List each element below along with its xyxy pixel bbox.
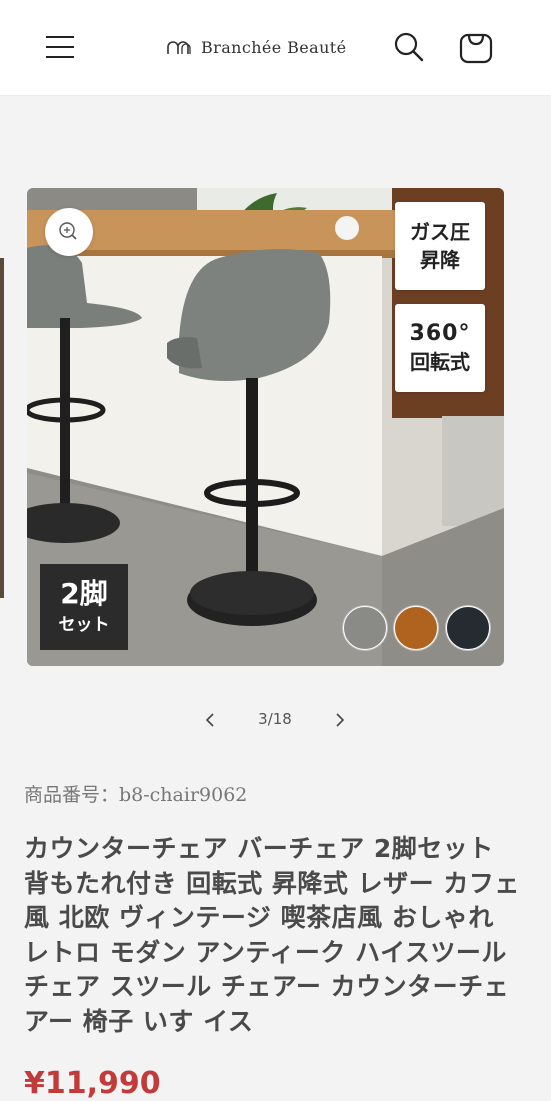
product-title: カウンターチェア バーチェア 2脚セット 背もたれ付き 回転式 昇降式 レザー … [24,834,520,1036]
color-swatch-brown[interactable] [394,606,438,650]
badge-rotate-line2: 回転式 [410,350,470,374]
product-price: ¥11,990 [24,1066,161,1101]
zoom-in-icon [59,222,77,240]
zoom-button[interactable] [45,208,93,256]
menu-button[interactable] [42,30,80,64]
logo-text: Branchée Beauté [201,37,347,57]
product-gallery: ガス圧 昇降 360° 回転式 2脚 セット [0,188,551,666]
color-swatch-gray[interactable] [343,606,387,650]
product-image[interactable]: ガス圧 昇降 360° 回転式 2脚 セット [27,188,504,666]
hamburger-icon-line [46,36,74,38]
rotation-badge: 360° 回転式 [395,304,485,392]
badge-rotate-line1: 360° [409,321,471,346]
next-slide-button[interactable] [328,708,352,732]
slide-counter: 3/18 [258,710,292,728]
chevron-right-icon [336,713,345,727]
search-button[interactable] [390,28,428,66]
two-chair-set-badge: 2脚 セット [40,564,128,650]
cart-button[interactable] [456,26,496,68]
cart-bag-icon [459,33,493,64]
product-sku: 商品番号：b8-chair9062 [24,784,248,806]
color-swatch-black[interactable] [446,606,490,650]
previous-slide-button[interactable] [198,708,222,732]
badge-gas-line2: 昇降 [420,248,460,272]
previous-slide-peek[interactable] [0,258,4,598]
badge-set-line1: 2脚 [60,577,108,610]
hamburger-icon-line [46,46,74,48]
search-icon [394,32,424,62]
slide-pager: 3/18 [0,704,551,736]
badge-gas-line1: ガス圧 [410,220,470,244]
logo-mark-icon [167,41,191,54]
gas-lift-badge: ガス圧 昇降 [395,202,485,290]
hamburger-icon-line [46,56,74,58]
chevron-left-icon [205,713,214,727]
site-header: Branchée Beauté [0,0,551,96]
badge-set-line2: セット [58,615,110,635]
brand-logo[interactable]: Branchée Beauté [166,34,347,60]
